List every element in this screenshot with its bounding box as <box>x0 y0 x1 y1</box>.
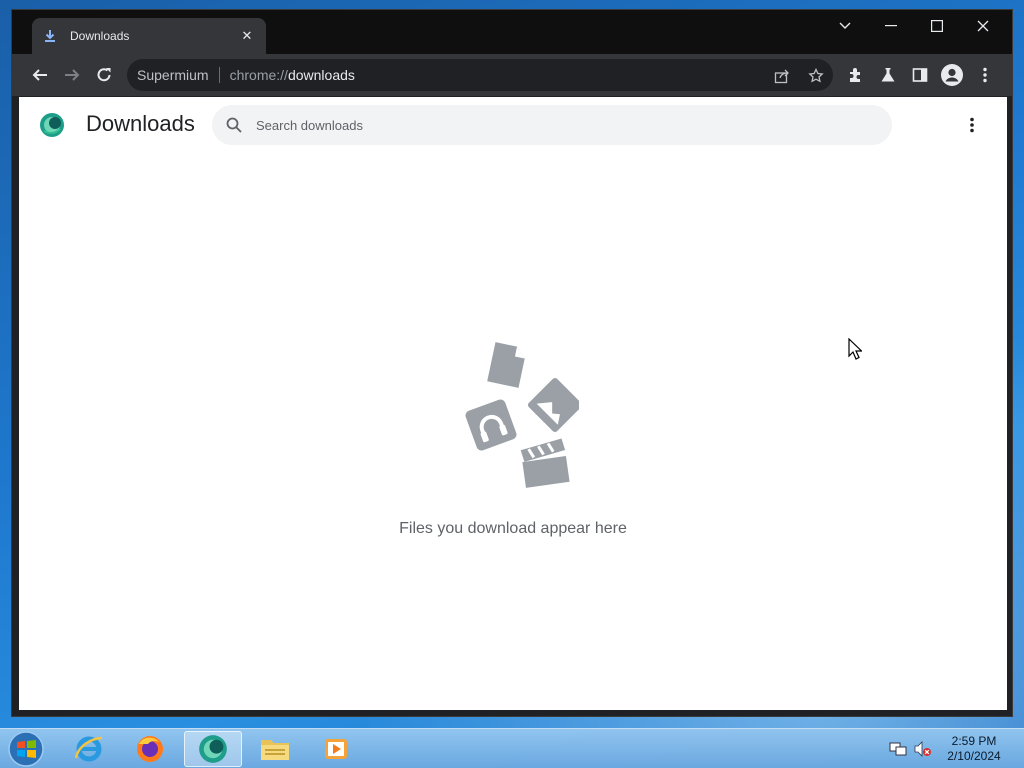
empty-state-message: Files you download appear here <box>399 520 627 537</box>
network-icon[interactable] <box>889 741 907 757</box>
bookmark-star-icon[interactable] <box>807 67 825 85</box>
volume-muted-icon[interactable] <box>914 741 932 757</box>
tab-strip: Downloads ✕ <box>12 10 1012 54</box>
more-actions-icon[interactable] <box>962 115 982 135</box>
clock-date: 2/10/2024 <box>947 749 1001 763</box>
download-icon <box>42 28 58 44</box>
share-icon[interactable] <box>773 67 791 85</box>
browser-window: Downloads ✕ Supermium chrome://downloads… <box>11 9 1013 717</box>
browser-menu-icon[interactable] <box>972 62 998 88</box>
back-button[interactable] <box>27 62 53 88</box>
empty-state-illustration <box>449 335 583 495</box>
side-panel-icon[interactable] <box>907 62 933 88</box>
forward-button[interactable] <box>59 62 85 88</box>
site-label: Supermium <box>137 67 209 83</box>
url-scheme: chrome:// <box>229 67 288 83</box>
audio-icon <box>465 399 517 451</box>
address-bar[interactable]: Supermium chrome://downloads <box>127 59 833 91</box>
video-icon <box>520 438 570 488</box>
tab-downloads[interactable]: Downloads ✕ <box>32 18 266 54</box>
clock-time: 2:59 PM <box>951 734 997 748</box>
profile-avatar-icon[interactable] <box>939 62 965 88</box>
downloads-page: Downloads Search downloads Files you dow… <box>19 97 1007 710</box>
image-icon <box>527 377 583 433</box>
start-button[interactable] <box>6 730 46 768</box>
system-clock[interactable]: 2:59 PM 2/10/2024 <box>940 734 1008 764</box>
internet-explorer-icon[interactable] <box>60 731 118 767</box>
reload-button[interactable] <box>91 62 117 88</box>
page-title: Downloads <box>86 111 195 136</box>
document-icon <box>487 342 525 388</box>
media-player-icon[interactable] <box>307 731 365 767</box>
tab-search-icon[interactable] <box>822 10 868 42</box>
mouse-cursor-icon <box>848 337 863 360</box>
search-input[interactable] <box>256 117 816 133</box>
supermium-logo-icon <box>39 112 65 138</box>
minimize-button[interactable] <box>868 10 914 42</box>
extensions-icon[interactable] <box>843 62 869 88</box>
tab-close-button[interactable]: ✕ <box>238 27 256 45</box>
url-host: downloads <box>287 67 355 83</box>
file-explorer-icon[interactable] <box>246 731 304 767</box>
labs-flask-icon[interactable] <box>875 62 901 88</box>
tab-title: Downloads <box>70 29 130 43</box>
browser-toolbar: Supermium chrome://downloads <box>12 54 1012 96</box>
close-window-button[interactable] <box>960 10 1006 42</box>
firefox-icon[interactable] <box>121 731 179 767</box>
omnibox-divider <box>218 67 220 83</box>
page-header: Downloads <box>19 97 1007 153</box>
search-icon <box>224 115 244 135</box>
search-bar[interactable] <box>212 105 892 145</box>
taskbar: 2:59 PM 2/10/2024 <box>0 728 1024 768</box>
supermium-icon[interactable] <box>184 731 242 767</box>
maximize-button[interactable] <box>914 10 960 42</box>
